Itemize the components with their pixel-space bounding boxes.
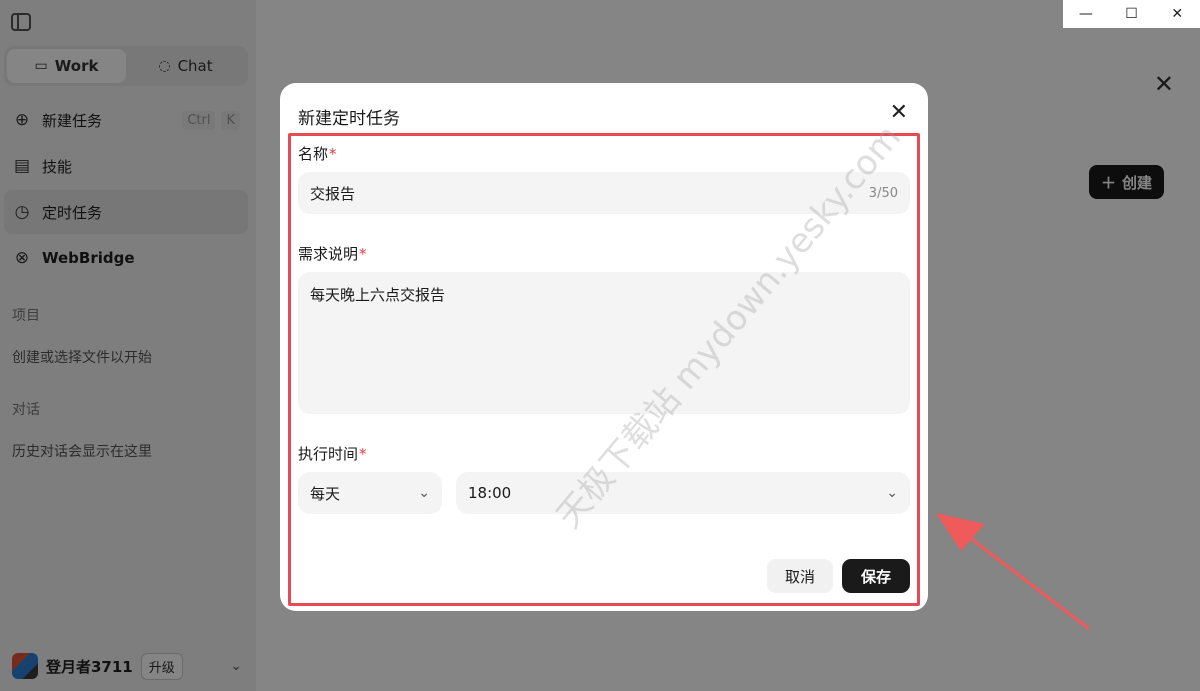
required-mark: * [359, 245, 367, 263]
char-counter: 3/50 [868, 185, 898, 201]
required-mark: * [359, 445, 367, 463]
maximize-icon[interactable]: ☐ [1109, 0, 1155, 28]
chevron-down-icon: ⌄ [418, 485, 430, 501]
minimize-icon[interactable]: — [1063, 0, 1109, 28]
description-label-text: 需求说明 [298, 245, 359, 263]
chevron-down-icon: ⌄ [886, 485, 898, 501]
save-button[interactable]: 保存 [842, 559, 910, 593]
dialog-title: 新建定时任务 [298, 109, 400, 129]
name-label-text: 名称 [298, 145, 329, 163]
name-input[interactable]: 交报告 3/50 [298, 172, 910, 214]
window-close-icon[interactable]: ✕ [1154, 0, 1200, 28]
time-select[interactable]: 18:00 ⌄ [456, 472, 910, 514]
time-value: 18:00 [468, 484, 512, 502]
description-label: 需求说明* [298, 243, 367, 264]
cancel-button[interactable]: 取消 [767, 559, 833, 593]
schedule-time-label: 执行时间* [298, 443, 367, 464]
name-input-value: 交报告 [310, 184, 356, 203]
name-label: 名称* [298, 143, 337, 164]
frequency-value: 每天 [310, 484, 341, 503]
new-scheduled-task-dialog: 新建定时任务 ✕ 名称* 交报告 3/50 需求说明* 每天晚上六点交报告 执行… [280, 83, 928, 611]
window-controls: — ☐ ✕ [1063, 0, 1200, 28]
frequency-select[interactable]: 每天 ⌄ [298, 472, 442, 514]
description-textarea[interactable]: 每天晚上六点交报告 [298, 272, 910, 414]
schedule-time-label-text: 执行时间 [298, 445, 359, 463]
required-mark: * [329, 145, 337, 163]
close-icon[interactable]: ✕ [890, 100, 908, 125]
